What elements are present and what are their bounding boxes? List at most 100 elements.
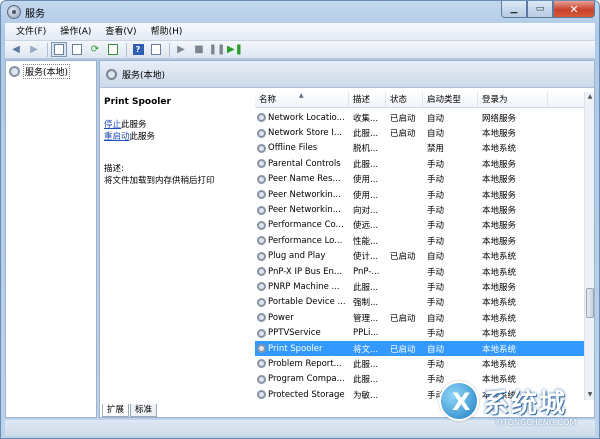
toolbar-separator	[126, 42, 127, 57]
table-row[interactable]: Print Spooler 将文... 已启动 自动 本地系统	[255, 340, 586, 357]
service-name-cell: Peer Name Res...	[255, 174, 349, 184]
service-gear-icon	[257, 374, 266, 384]
table-row[interactable]: PnP-X IP Bus En... PnP-... 手动 本地系统	[255, 264, 586, 279]
restart-service-link[interactable]: 重启动	[104, 132, 130, 142]
column-header-filler	[548, 92, 586, 107]
stop-service-line: 停止此服务	[104, 119, 254, 131]
table-row[interactable]: Performance Lo... 性能... 手动 本地服务	[255, 233, 586, 248]
table-row[interactable]: Network Locatio... 收集... 已启动 自动 网络服务	[255, 110, 586, 125]
service-name-cell: PNRP Machine ...	[255, 282, 349, 292]
service-gear-icon	[257, 313, 266, 323]
minimize-icon: ▁	[510, 4, 518, 14]
menu-bar: 文件(F) 操作(A) 查看(V) 帮助(H)	[5, 23, 595, 41]
list-header: ▲ 名称 描述 状态 启动类型 登录为	[255, 92, 586, 108]
column-header-status[interactable]: 状态	[386, 92, 423, 107]
stop-service-icon[interactable]: ■	[191, 42, 207, 57]
table-row[interactable]: Peer Networkin... 向对... 手动 本地服务	[255, 202, 586, 217]
services-list: ▲ 名称 描述 状态 启动类型 登录为 Network Locatio... 收集…	[255, 92, 586, 400]
service-name-cell: Print Spooler	[255, 344, 349, 354]
window-controls: ▁ ▭ ✕	[501, 1, 595, 19]
table-row[interactable]: PPTVService PPLi... 手动 本地系统	[255, 325, 586, 340]
column-header-startup-type[interactable]: 启动类型	[423, 92, 478, 107]
scrollbar-thumb[interactable]	[586, 288, 594, 318]
maximize-button[interactable]: ▭	[527, 1, 553, 18]
table-row[interactable]: Offline Files 脱机... 禁用 本地系统	[255, 141, 586, 156]
column-header-name[interactable]: ▲ 名称	[255, 92, 349, 107]
table-row[interactable]: Performance Co... 使远... 手动 本地服务	[255, 218, 586, 233]
service-description-cell: 此服...	[353, 129, 379, 140]
menu-help[interactable]: 帮助(H)	[144, 23, 190, 41]
tree-item-services-local[interactable]: 服务(本地)	[9, 64, 71, 79]
service-description-cell: 收集...	[353, 113, 379, 124]
console-tree-icon[interactable]	[51, 42, 67, 57]
service-log-on-as-cell: 本地服务	[482, 282, 517, 293]
service-startup-type-cell: 手动	[427, 298, 445, 309]
service-description-cell: 脱机...	[353, 144, 379, 155]
table-row[interactable]: Parental Controls 此服... 手动 本地服务	[255, 156, 586, 171]
service-name-cell: Parental Controls	[255, 159, 349, 169]
service-log-on-as-cell: 本地系统	[482, 267, 517, 278]
toolbar-separator	[169, 42, 170, 57]
menu-action[interactable]: 操作(A)	[53, 23, 98, 41]
pause-service-icon[interactable]: ❚❚	[209, 42, 226, 57]
column-header-description[interactable]: 描述	[349, 92, 386, 107]
vertical-scrollbar[interactable]: ▲ ▼	[584, 92, 594, 400]
menu-file[interactable]: 文件(F)	[9, 23, 53, 41]
service-name-cell: Peer Networkin...	[255, 205, 349, 215]
services-window: 服务 ▁ ▭ ✕ 文件(F) 操作(A) 查看(V) 帮助(H) ◀ ▶ ⟳ ?…	[0, 0, 600, 439]
window-title: 服务	[25, 9, 45, 20]
service-gear-icon	[257, 267, 266, 277]
tab-standard[interactable]: 标准	[130, 404, 158, 417]
table-row[interactable]: Portable Device ... 强制... 手动 本地系统	[255, 295, 586, 310]
service-name-text: Print Spooler	[268, 343, 323, 354]
service-description-cell: PPLi...	[353, 328, 379, 339]
stop-service-link[interactable]: 停止	[104, 120, 121, 130]
column-header-log-on-as[interactable]: 登录为	[478, 92, 548, 107]
back-arrow-icon[interactable]: ◀	[8, 42, 24, 57]
service-name-text: Plug and Play	[268, 251, 326, 262]
service-name-cell: Plug and Play	[255, 251, 349, 261]
properties-icon[interactable]	[69, 42, 85, 57]
service-name-text: Program Compa...	[268, 374, 345, 385]
close-icon: ✕	[569, 2, 579, 16]
tab-extended[interactable]: 扩展	[102, 404, 130, 417]
restart-service-icon[interactable]: ▶❚	[227, 42, 243, 57]
start-service-icon[interactable]: ▶	[173, 42, 189, 57]
minimize-button[interactable]: ▁	[501, 1, 527, 18]
service-name-cell: PnP-X IP Bus En...	[255, 267, 349, 277]
menu-view[interactable]: 查看(V)	[98, 23, 143, 41]
service-status-cell: 已启动	[390, 344, 416, 355]
service-gear-icon	[257, 251, 266, 261]
service-name-cell: Portable Device ...	[255, 297, 349, 307]
service-name-cell: Network Locatio...	[255, 113, 349, 123]
help-icon[interactable]: ?	[130, 42, 146, 57]
service-description-cell: 使计...	[353, 252, 379, 263]
service-name-cell: PPTVService	[255, 328, 349, 338]
table-row[interactable]: Plug and Play 使计... 已启动 自动 本地系统	[255, 249, 586, 264]
service-startup-type-cell: 自动	[427, 129, 445, 140]
main-header-title: 服务(本地)	[122, 70, 166, 81]
maximize-icon: ▭	[535, 4, 545, 14]
export-list-icon[interactable]	[105, 42, 121, 57]
service-log-on-as-cell: 本地系统	[482, 298, 517, 309]
service-startup-type-cell: 手动	[427, 329, 445, 340]
scroll-up-icon[interactable]: ▲	[585, 92, 595, 102]
table-row[interactable]: Peer Name Res... 使用... 手动 本地服务	[255, 172, 586, 187]
service-name-cell: Protected Storage	[255, 390, 349, 400]
table-row[interactable]: Power 管理... 已启动 自动 本地系统	[255, 310, 586, 325]
service-gear-icon	[257, 190, 266, 200]
close-button[interactable]: ✕	[553, 1, 595, 18]
forward-arrow-icon[interactable]: ▶	[26, 42, 42, 57]
title-bar[interactable]: 服务 ▁ ▭ ✕	[1, 1, 599, 23]
table-row[interactable]: Peer Networkin... 使用... 手动 本地服务	[255, 187, 586, 202]
tree-item-label: 服务(本地)	[23, 64, 71, 79]
table-row[interactable]: PNRP Machine ... 此服... 手动 本地服务	[255, 279, 586, 294]
services-gear-icon	[7, 5, 21, 19]
refresh-icon[interactable]: ⟳	[87, 42, 103, 57]
view-tabs: 扩展 标准	[102, 404, 158, 417]
action-pane-icon[interactable]	[148, 42, 164, 57]
table-row[interactable]: Problem Report... 此服... 手动 本地系统	[255, 356, 586, 371]
table-row[interactable]: Network Store I... 此服... 已启动 自动 本地服务	[255, 125, 586, 140]
service-log-on-as-cell: 本地服务	[482, 221, 517, 232]
service-description-cell: PnP-...	[353, 266, 380, 277]
